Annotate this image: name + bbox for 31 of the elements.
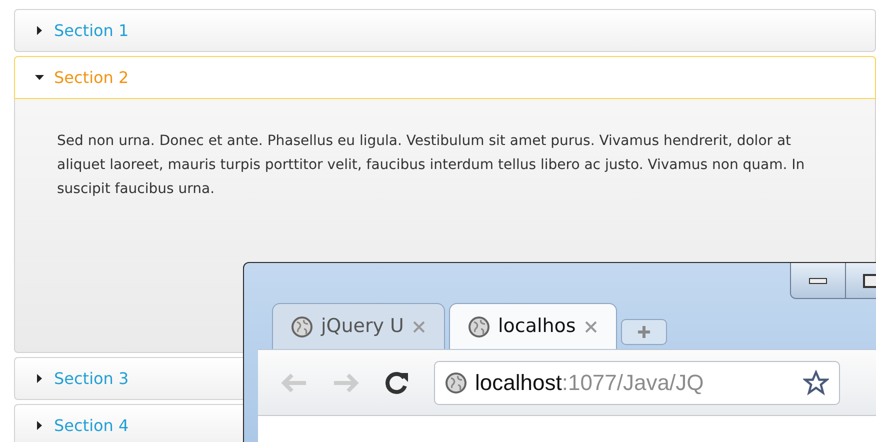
section-header[interactable]: Section 2 [14, 56, 876, 99]
section-title: Section 1 [54, 20, 129, 42]
new-tab-button[interactable] [620, 319, 667, 345]
caret-right-icon [35, 374, 44, 383]
url-text: localhost:1077/Java/JQ [475, 369, 704, 397]
section-title: Section 2 [54, 66, 129, 88]
close-icon[interactable] [584, 320, 598, 334]
browser-tab[interactable]: jQuery U [272, 303, 445, 349]
caret-right-icon [35, 421, 44, 430]
globe-icon [445, 372, 467, 394]
address-bar[interactable]: localhost:1077/Java/JQ [434, 360, 840, 404]
back-arrow-icon[interactable] [280, 372, 308, 394]
section-header[interactable]: Section 1 [14, 9, 876, 52]
caret-right-icon [35, 26, 44, 35]
caret-down-icon [35, 73, 44, 82]
star-icon[interactable] [803, 370, 829, 396]
section-title: Section 4 [54, 414, 129, 436]
plus-icon [636, 324, 652, 340]
section-header[interactable]: Section 4 [14, 404, 244, 442]
section-header[interactable]: Section 3 [14, 357, 244, 400]
minimize-button[interactable] [791, 263, 846, 298]
tab-title: localhos [498, 314, 576, 340]
globe-icon [291, 316, 313, 338]
tab-title: jQuery U [321, 314, 404, 340]
reload-icon[interactable] [384, 370, 410, 396]
section-text: Sed non urna. Donec et ante. Phasellus eu ligula. Vestibulum sit amet purus. Vivamus hendrerit, dolor at aliquet laoreet, mauris turpis porttitor velit, faucibus interdum tellus libero ac justo. Vivamus non quam. In suscipit faucibus urna. [57, 132, 806, 199]
close-icon[interactable] [412, 320, 426, 334]
forward-arrow-icon[interactable] [332, 372, 360, 394]
browser-tab[interactable]: localhos [448, 303, 617, 349]
section-title: Section 3 [54, 368, 129, 390]
globe-icon [468, 316, 490, 338]
